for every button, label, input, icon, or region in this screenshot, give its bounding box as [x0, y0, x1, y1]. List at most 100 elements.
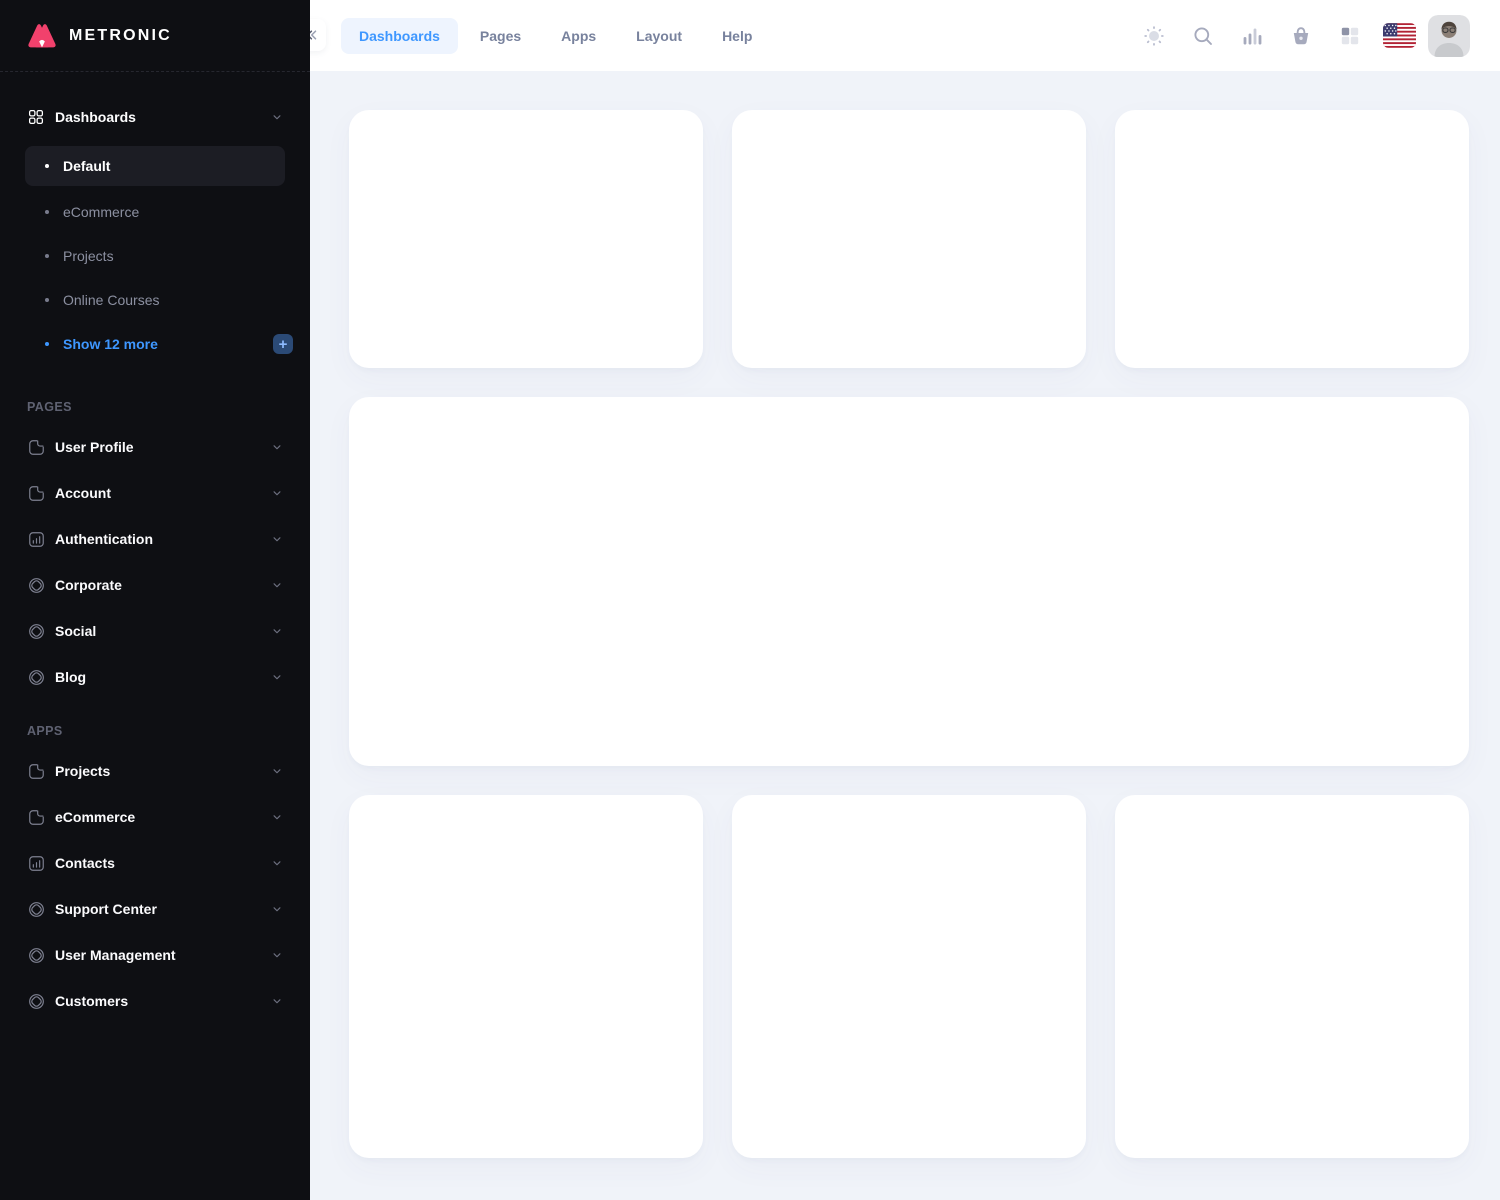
globe-icon [27, 900, 46, 919]
plus-icon[interactable]: + [273, 334, 293, 354]
tab-layout[interactable]: Layout [618, 18, 700, 54]
sidebar-item-label: Online Courses [63, 292, 160, 308]
bar-chart-icon [1240, 24, 1264, 48]
globe-icon [27, 992, 46, 1011]
card-placeholder [349, 110, 703, 368]
card-row-middle [349, 397, 1469, 766]
globe-icon [27, 668, 46, 687]
chart-square-icon [27, 854, 46, 873]
tab-apps[interactable]: Apps [543, 18, 614, 54]
bullet-icon [45, 298, 49, 302]
chevron-down-icon [270, 578, 284, 592]
file-icon [27, 438, 46, 457]
sidebar-item-label: Account [55, 485, 111, 501]
card-placeholder [732, 795, 1086, 1158]
chevron-down-icon [270, 532, 284, 546]
chevron-down-icon [270, 948, 284, 962]
dashboards-sub-list: Default eCommerce Projects Online Course… [0, 134, 310, 376]
sidebar-item-blog[interactable]: Blog [0, 654, 310, 700]
card-row-top [349, 110, 1469, 368]
sidebar-item-label: Default [63, 158, 110, 174]
tab-dashboards[interactable]: Dashboards [341, 18, 458, 54]
tab-pages[interactable]: Pages [462, 18, 539, 54]
card-placeholder-wide [349, 397, 1469, 766]
chevron-down-icon [270, 440, 284, 454]
chevron-down-icon [270, 486, 284, 500]
sidebar-item-dashboards[interactable]: Dashboards [0, 100, 310, 134]
stats-button[interactable] [1232, 16, 1272, 56]
sidebar-item-label: Social [55, 623, 96, 639]
sidebar-item-default[interactable]: Default [25, 146, 285, 186]
top-navbar: Dashboards Pages Apps Layout Help [310, 0, 1500, 71]
section-heading-apps: APPS [0, 700, 310, 748]
main-area: Dashboards Pages Apps Layout Help [310, 0, 1500, 1200]
sidebar-item-social[interactable]: Social [0, 608, 310, 654]
sidebar-item-corporate[interactable]: Corporate [0, 562, 310, 608]
search-icon [1191, 24, 1215, 48]
cart-button[interactable] [1281, 16, 1321, 56]
sidebar-item-label: Show 12 more [63, 336, 158, 352]
sidebar-header: METRONIC [0, 0, 310, 71]
sidebar-item-label: Projects [55, 763, 110, 779]
sidebar-item-label: Projects [63, 248, 114, 264]
sidebar-item-authentication[interactable]: Authentication [0, 516, 310, 562]
bullet-icon [45, 342, 49, 346]
sidebar-item-show-more[interactable]: Show 12 more + [25, 322, 285, 366]
sidebar-item-contacts[interactable]: Contacts [0, 840, 310, 886]
sidebar-item-customers[interactable]: Customers [0, 978, 310, 1024]
tab-help[interactable]: Help [704, 18, 770, 54]
card-row-bottom [349, 795, 1469, 1158]
sidebar-item-ecommerce[interactable]: eCommerce [25, 190, 285, 234]
file-icon [27, 484, 46, 503]
file-icon [27, 808, 46, 827]
sidebar: METRONIC Dashboards Default [0, 0, 310, 1200]
top-nav-tabs: Dashboards Pages Apps Layout Help [341, 18, 770, 54]
card-placeholder [1115, 795, 1469, 1158]
language-button[interactable] [1379, 16, 1419, 56]
globe-icon [27, 622, 46, 641]
sidebar-item-label: User Profile [55, 439, 134, 455]
apps-grid-icon [1338, 24, 1362, 48]
sidebar-item-user-management[interactable]: User Management [0, 932, 310, 978]
chevron-down-icon [270, 670, 284, 684]
chevron-down-icon [270, 764, 284, 778]
chevron-down-icon [270, 810, 284, 824]
sidebar-item-label: Blog [55, 669, 86, 685]
chart-square-icon [27, 530, 46, 549]
bullet-icon [45, 210, 49, 214]
sidebar-item-support-center[interactable]: Support Center [0, 886, 310, 932]
sidebar-item-projects[interactable]: Projects [25, 234, 285, 278]
apps-launcher-button[interactable] [1330, 16, 1370, 56]
sidebar-item-label: eCommerce [63, 204, 139, 220]
dashboard-content [310, 71, 1500, 1200]
sidebar-item-label: Contacts [55, 855, 115, 871]
sidebar-item-account[interactable]: Account [0, 470, 310, 516]
file-icon [27, 762, 46, 781]
sidebar-item-online-courses[interactable]: Online Courses [25, 278, 285, 322]
sidebar-item-user-profile[interactable]: User Profile [0, 424, 310, 470]
app-window: METRONIC Dashboards Default [0, 0, 1500, 1200]
avatar-photo [1428, 15, 1470, 57]
chevron-down-icon [270, 902, 284, 916]
search-button[interactable] [1183, 16, 1223, 56]
metronic-logo-icon [27, 21, 57, 51]
brand-logo[interactable]: METRONIC [27, 21, 172, 51]
sidebar-item-label: Corporate [55, 577, 122, 593]
sidebar-item-label: Support Center [55, 901, 157, 917]
card-placeholder [349, 795, 703, 1158]
sidebar-nav: Dashboards Default eCommerce Projects [0, 72, 310, 1024]
sidebar-item-apps-ecommerce[interactable]: eCommerce [0, 794, 310, 840]
chevron-down-icon [270, 856, 284, 870]
grid-icon [27, 108, 45, 126]
sun-icon [1142, 24, 1166, 48]
user-avatar[interactable] [1428, 15, 1470, 57]
sidebar-item-label: User Management [55, 947, 176, 963]
sidebar-item-apps-projects[interactable]: Projects [0, 748, 310, 794]
sidebar-item-label: Dashboards [55, 109, 136, 125]
topbar-actions [1134, 15, 1470, 57]
card-placeholder [1115, 110, 1469, 368]
theme-toggle-button[interactable] [1134, 16, 1174, 56]
section-heading-pages: PAGES [0, 376, 310, 424]
us-flag-icon [1383, 23, 1416, 48]
bullet-icon [45, 164, 49, 168]
